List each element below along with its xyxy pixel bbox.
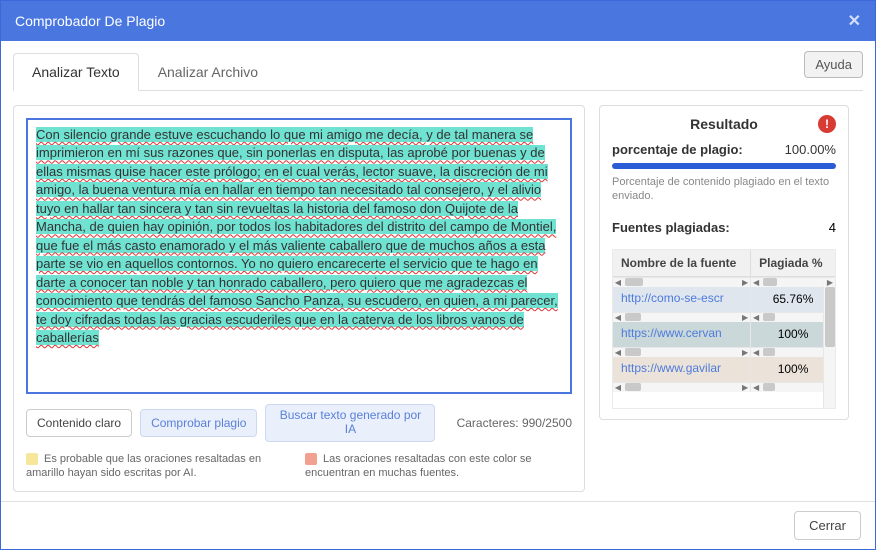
- check-plagiarism-button[interactable]: Comprobar plagio: [140, 409, 257, 437]
- row-scroll[interactable]: ◀▶: [613, 312, 750, 322]
- close-icon[interactable]: ✕: [848, 11, 861, 31]
- text-input[interactable]: Con silencio grande estuve escuchando lo…: [26, 118, 572, 394]
- legend-many-text: Las oraciones resaltadas con este color …: [305, 453, 532, 480]
- sources-count: 4: [829, 220, 836, 235]
- source-link[interactable]: https://www.gavilar: [621, 361, 721, 375]
- alert-icon: !: [818, 115, 836, 133]
- result-title: Resultado: [690, 116, 758, 132]
- plagiarism-desc: Porcentaje de contenido plagiado en el t…: [612, 175, 836, 204]
- plagiarism-bar: [612, 163, 836, 169]
- table-row[interactable]: https://www.gavilar 100%: [613, 357, 835, 382]
- clear-button[interactable]: Contenido claro: [26, 409, 132, 437]
- close-button[interactable]: Cerrar: [794, 511, 861, 540]
- col-plagiarized-pct[interactable]: Plagiada %: [751, 250, 835, 277]
- char-counter: Caracteres: 990/2500: [457, 416, 572, 430]
- swatch-red-icon: [305, 453, 317, 465]
- row-scroll[interactable]: ◀▶: [613, 347, 750, 357]
- sources-label: Fuentes plagiadas:: [612, 220, 730, 235]
- help-button[interactable]: Ayuda: [804, 51, 863, 78]
- sources-table: Nombre de la fuente Plagiada % ◀▶: [612, 249, 836, 409]
- detect-ai-button[interactable]: Buscar texto generado por IA: [265, 404, 435, 442]
- dialog-title: Comprobador De Plagio: [15, 13, 848, 29]
- tabbar: Analizar Texto Analizar Archivo: [13, 53, 863, 91]
- col-scroll[interactable]: ◀▶: [613, 277, 750, 287]
- legend-ai: Es probable que las oraciones resaltadas…: [26, 452, 293, 482]
- editor-panel: Con silencio grande estuve escuchando lo…: [13, 105, 585, 492]
- legend-many-sources: Las oraciones resaltadas con este color …: [305, 452, 572, 482]
- result-panel: Resultado ! porcentaje de plagio: 100.00…: [599, 105, 849, 420]
- table-row[interactable]: https://www.cervan 100%: [613, 322, 835, 347]
- tab-analyze-file[interactable]: Analizar Archivo: [139, 53, 277, 90]
- row-scroll[interactable]: ◀▶: [613, 382, 750, 392]
- highlighted-text: Con silencio grande estuve escuchando lo…: [36, 127, 558, 345]
- table-vscroll[interactable]: [823, 286, 835, 408]
- source-link[interactable]: https://www.cervan: [621, 326, 722, 340]
- plagiarism-pct-label: porcentaje de plagio:: [612, 142, 743, 157]
- plagiarism-pct-value: 100.00%: [785, 142, 836, 157]
- col-source-name[interactable]: Nombre de la fuente: [613, 250, 751, 277]
- table-row[interactable]: http://como-se-escr 65.76%: [613, 287, 835, 312]
- swatch-yellow-icon: [26, 453, 38, 465]
- legend-ai-text: Es probable que las oraciones resaltadas…: [26, 453, 261, 480]
- tab-analyze-text[interactable]: Analizar Texto: [13, 53, 139, 91]
- source-link[interactable]: http://como-se-escr: [621, 291, 724, 305]
